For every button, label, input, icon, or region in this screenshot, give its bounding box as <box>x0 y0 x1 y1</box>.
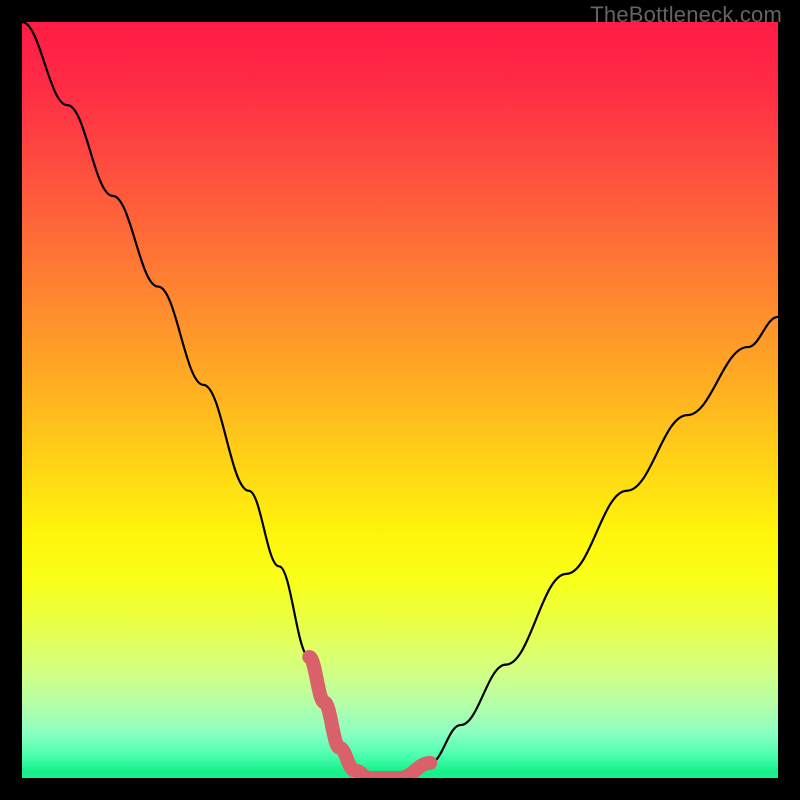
watermark: TheBottleneck.com <box>590 2 782 28</box>
optimal-band <box>309 657 430 778</box>
bottleneck-curve <box>22 22 778 778</box>
plot-svg <box>22 22 778 778</box>
chart-frame: TheBottleneck.com <box>0 0 800 800</box>
plot-area <box>22 22 778 778</box>
